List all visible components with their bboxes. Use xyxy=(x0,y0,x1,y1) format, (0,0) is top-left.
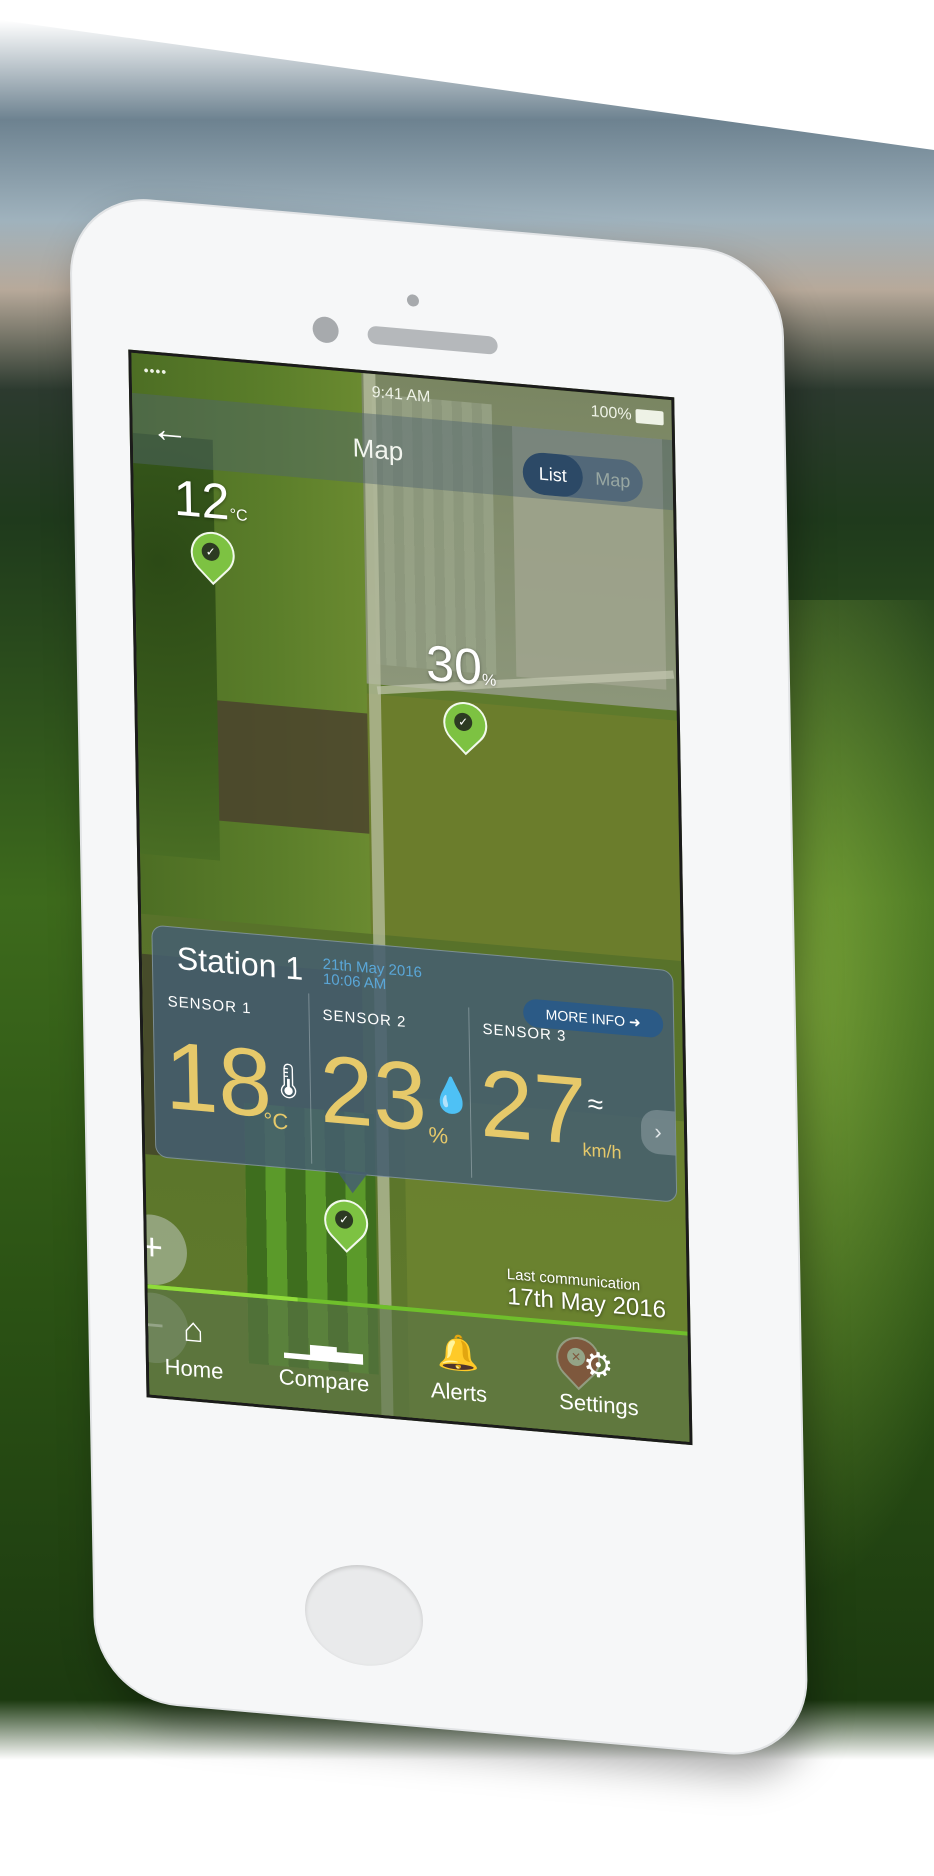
station-popover[interactable]: Station 1 21th May 2016 10:06 AM MORE IN… xyxy=(151,924,678,1203)
droplet-icon: 💧 xyxy=(429,1075,473,1117)
back-arrow-icon[interactable]: ← xyxy=(150,406,201,454)
home-button[interactable] xyxy=(304,1560,424,1671)
sensor-label: SENSOR 2 xyxy=(322,1006,407,1032)
station-title: Station 1 xyxy=(176,939,304,987)
sensor-unit: km/h xyxy=(582,1139,622,1163)
front-camera xyxy=(312,315,339,344)
tab-label: Compare xyxy=(278,1363,370,1397)
tab-alerts[interactable]: 🔔 Alerts xyxy=(393,1310,525,1432)
wind-icon: ≈ xyxy=(587,1087,604,1121)
pin-reading: 30% xyxy=(426,634,497,698)
battery-icon xyxy=(635,408,664,426)
sensor-value: 27 xyxy=(478,1049,588,1166)
phone-mockup: •••• 9:41 AM 100% ← Map List Map 12°C ✓ … xyxy=(20,150,807,1799)
station-timestamp: 21th May 2016 10:06 AM xyxy=(323,956,423,996)
sensor-label: SENSOR 3 xyxy=(482,1020,567,1046)
thermometer-icon: 🌡 xyxy=(266,1060,311,1103)
status-time: 9:41 AM xyxy=(371,383,431,407)
earpiece-speaker xyxy=(367,325,498,355)
battery-percent: 100% xyxy=(590,403,632,424)
signal-indicator: •••• xyxy=(143,361,168,380)
sensor-panel: SENSOR 2 23 💧 % xyxy=(308,993,473,1178)
bar-chart-icon: ▁▃▂ xyxy=(283,1319,363,1365)
page-title: Map xyxy=(352,432,404,467)
tab-home[interactable]: ⌂ Home xyxy=(128,1287,259,1409)
tab-settings[interactable]: ⚙ Settings xyxy=(533,1322,665,1444)
gear-icon: ⚙ xyxy=(582,1345,614,1387)
sensor-unit: % xyxy=(428,1121,449,1149)
pin-reading-unit: °C xyxy=(229,506,248,526)
popover-pointer xyxy=(336,1169,369,1195)
home-icon: ⌂ xyxy=(182,1310,204,1351)
sensor-panel: SENSOR 1 18 🌡 °C xyxy=(153,979,313,1164)
bell-icon: 🔔 xyxy=(436,1332,480,1375)
tab-label: Settings xyxy=(558,1388,639,1421)
tab-label: Alerts xyxy=(430,1377,488,1408)
sensor-panel: SENSOR 3 27 ≈ km/h xyxy=(468,1007,641,1192)
app-screen: •••• 9:41 AM 100% ← Map List Map 12°C ✓ … xyxy=(128,349,693,1446)
map-pin-ok[interactable]: ✓ xyxy=(434,692,497,774)
pin-reading-unit: % xyxy=(481,671,497,690)
proximity-sensor xyxy=(406,293,420,307)
sensor-unit: °C xyxy=(263,1107,289,1135)
sensor-value: 18 xyxy=(163,1021,273,1139)
segment-map[interactable]: Map xyxy=(582,456,643,503)
tab-compare[interactable]: ▁▃▂ Compare xyxy=(258,1298,390,1420)
chevron-right-icon[interactable]: › xyxy=(640,1108,676,1156)
pin-reading-value: 30 xyxy=(425,634,483,696)
sensor-label: SENSOR 1 xyxy=(167,993,252,1018)
list-map-toggle[interactable]: List Map xyxy=(522,451,644,504)
map-pin-ok[interactable]: ✓ xyxy=(181,522,244,604)
pin-reading-value: 12 xyxy=(173,469,230,531)
sensor-value: 23 xyxy=(318,1035,428,1152)
pin-reading: 12°C xyxy=(173,468,248,533)
map-pin-ok[interactable]: ✓ xyxy=(315,1190,378,1272)
phone-body: •••• 9:41 AM 100% ← Map List Map 12°C ✓ … xyxy=(70,194,807,1760)
tab-label: Home xyxy=(164,1353,224,1385)
segment-list[interactable]: List xyxy=(522,451,584,499)
